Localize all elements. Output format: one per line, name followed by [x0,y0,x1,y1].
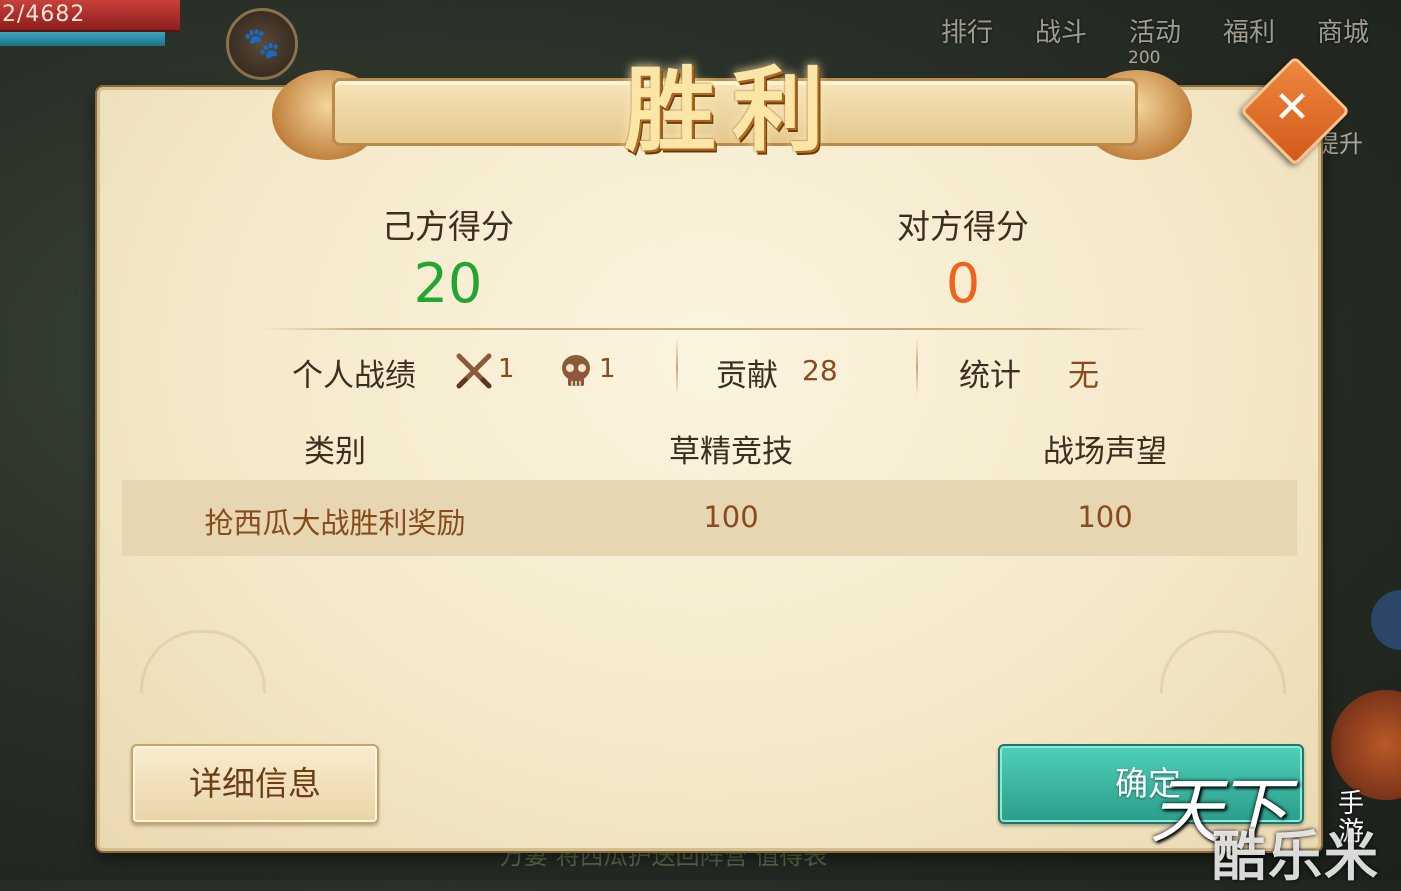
divider [262,328,1150,330]
victory-banner: 胜利 [272,50,1192,170]
row-battlefield-prestige: 100 [1077,500,1133,534]
hp-text: 2/4682 [2,2,86,27]
skill-orb[interactable] [1331,690,1401,800]
header-grass-arena: 草精竞技 [669,434,793,470]
cloud-decoration [140,630,266,693]
mp-bar [0,32,165,46]
menu-shop[interactable]: 商城 [1296,12,1390,49]
skull-icon [562,355,590,386]
ally-score: 20 [413,252,483,315]
site-watermark: 酷乐米 [1212,825,1380,888]
kills-count: 1 [498,354,515,384]
row-grass-arena: 100 [703,500,759,534]
crossed-swords-icon [456,353,492,389]
details-button[interactable]: 详细信息 [131,744,379,824]
header-category: 类别 [304,434,366,470]
column-divider [916,338,918,396]
header-battlefield-prestige: 战场声望 [1043,434,1167,470]
personal-record-label: 个人战绩 [292,358,416,394]
details-button-label: 详细信息 [189,764,321,803]
deaths-count: 1 [599,354,616,384]
ally-score-label: 己方得分 [382,207,514,246]
enemy-score: 0 [945,252,981,315]
contribution-value: 28 [802,354,838,387]
victory-title: 胜利 [623,56,840,164]
menu-welfare[interactable]: 福利 [1202,12,1296,49]
hp-mp-bars: 2/4682 [0,0,180,50]
column-divider [676,338,678,396]
row-category: 抢西瓜大战胜利奖励 [204,506,466,540]
close-icon[interactable]: ✕ [1256,72,1328,144]
statistics-label: 统计 [959,358,1021,394]
enemy-score-label: 对方得分 [897,207,1029,246]
cloud-decoration [1160,630,1286,693]
statistics-value: 无 [1068,358,1099,394]
side-orb[interactable] [1371,590,1401,650]
contribution-label: 贡献 [716,358,778,394]
